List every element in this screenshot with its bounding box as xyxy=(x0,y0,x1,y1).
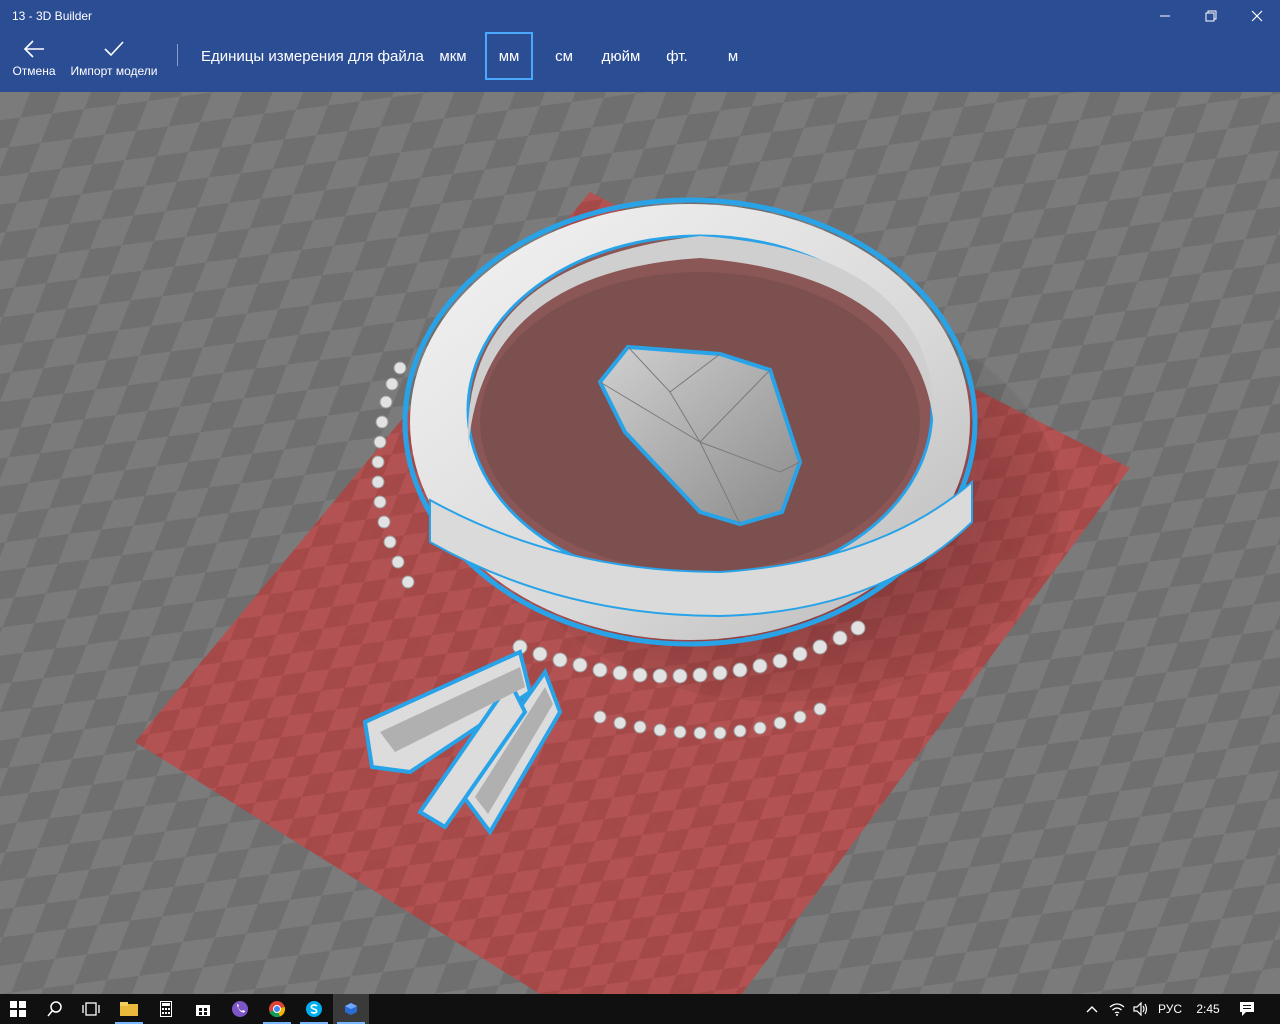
taskbar-store[interactable] xyxy=(185,994,221,1024)
chrome-icon xyxy=(269,1001,286,1018)
input-language[interactable]: РУС xyxy=(1154,994,1186,1024)
restore-icon xyxy=(1205,10,1217,22)
action-center-button[interactable] xyxy=(1232,994,1262,1024)
3d-viewport[interactable] xyxy=(0,92,1280,994)
back-arrow-icon xyxy=(23,40,44,58)
task-view-icon xyxy=(82,1002,100,1016)
taskbar-chrome[interactable] xyxy=(259,994,295,1024)
taskbar-skype[interactable] xyxy=(296,994,332,1024)
unit-option-mm[interactable]: мм xyxy=(485,32,533,80)
file-explorer-icon xyxy=(120,1002,138,1016)
clock[interactable]: 2:45 xyxy=(1190,994,1226,1024)
import-model-label: Импорт модели xyxy=(70,64,158,78)
notification-icon xyxy=(1240,1002,1254,1016)
unit-option-ft[interactable]: фт. xyxy=(656,32,698,80)
minimize-icon xyxy=(1160,15,1170,17)
taskbar-calculator[interactable] xyxy=(148,994,184,1024)
restore-button[interactable] xyxy=(1188,0,1234,32)
unit-option-um[interactable]: мкм xyxy=(430,32,476,80)
windows-taskbar: РУС 2:45 xyxy=(0,994,1280,1024)
close-icon xyxy=(1251,10,1263,22)
wifi-icon xyxy=(1109,1003,1125,1016)
unit-option-cm[interactable]: см xyxy=(542,32,586,80)
import-toolbar: Отмена Импорт модели Единицы измерения д… xyxy=(0,32,1280,92)
calculator-icon xyxy=(160,1001,172,1017)
volume-button[interactable] xyxy=(1130,994,1152,1024)
store-icon xyxy=(196,1005,210,1016)
units-label: Единицы измерения для файла xyxy=(201,48,424,65)
speaker-icon xyxy=(1133,1002,1148,1016)
taskbar-file-explorer[interactable] xyxy=(111,994,147,1024)
cancel-button[interactable]: Отмена xyxy=(8,32,60,92)
chevron-up-icon xyxy=(1086,1006,1098,1013)
search-button[interactable] xyxy=(37,994,73,1024)
minimize-button[interactable] xyxy=(1142,0,1188,32)
network-button[interactable] xyxy=(1106,994,1128,1024)
task-view-button[interactable] xyxy=(73,994,109,1024)
window-title: 13 - 3D Builder xyxy=(12,9,93,23)
search-icon xyxy=(47,1001,62,1017)
start-icon xyxy=(10,1001,26,1017)
viber-icon xyxy=(232,1001,248,1017)
unit-option-m[interactable]: м xyxy=(712,32,754,80)
scene xyxy=(0,92,1280,994)
cancel-label: Отмена xyxy=(12,64,56,78)
3d-builder-icon xyxy=(345,1003,357,1015)
unit-option-inch[interactable]: дюйм xyxy=(594,32,648,80)
close-button[interactable] xyxy=(1234,0,1280,32)
taskbar-3d-builder[interactable] xyxy=(333,994,369,1024)
skype-icon xyxy=(306,1001,322,1017)
show-hidden-icons-button[interactable] xyxy=(1082,994,1102,1024)
checkmark-icon xyxy=(104,41,124,57)
start-button[interactable] xyxy=(0,994,36,1024)
taskbar-viber[interactable] xyxy=(222,994,258,1024)
toolbar-separator xyxy=(177,44,178,66)
title-bar: 13 - 3D Builder xyxy=(0,0,1280,32)
import-model-button[interactable]: Импорт модели xyxy=(68,32,160,92)
